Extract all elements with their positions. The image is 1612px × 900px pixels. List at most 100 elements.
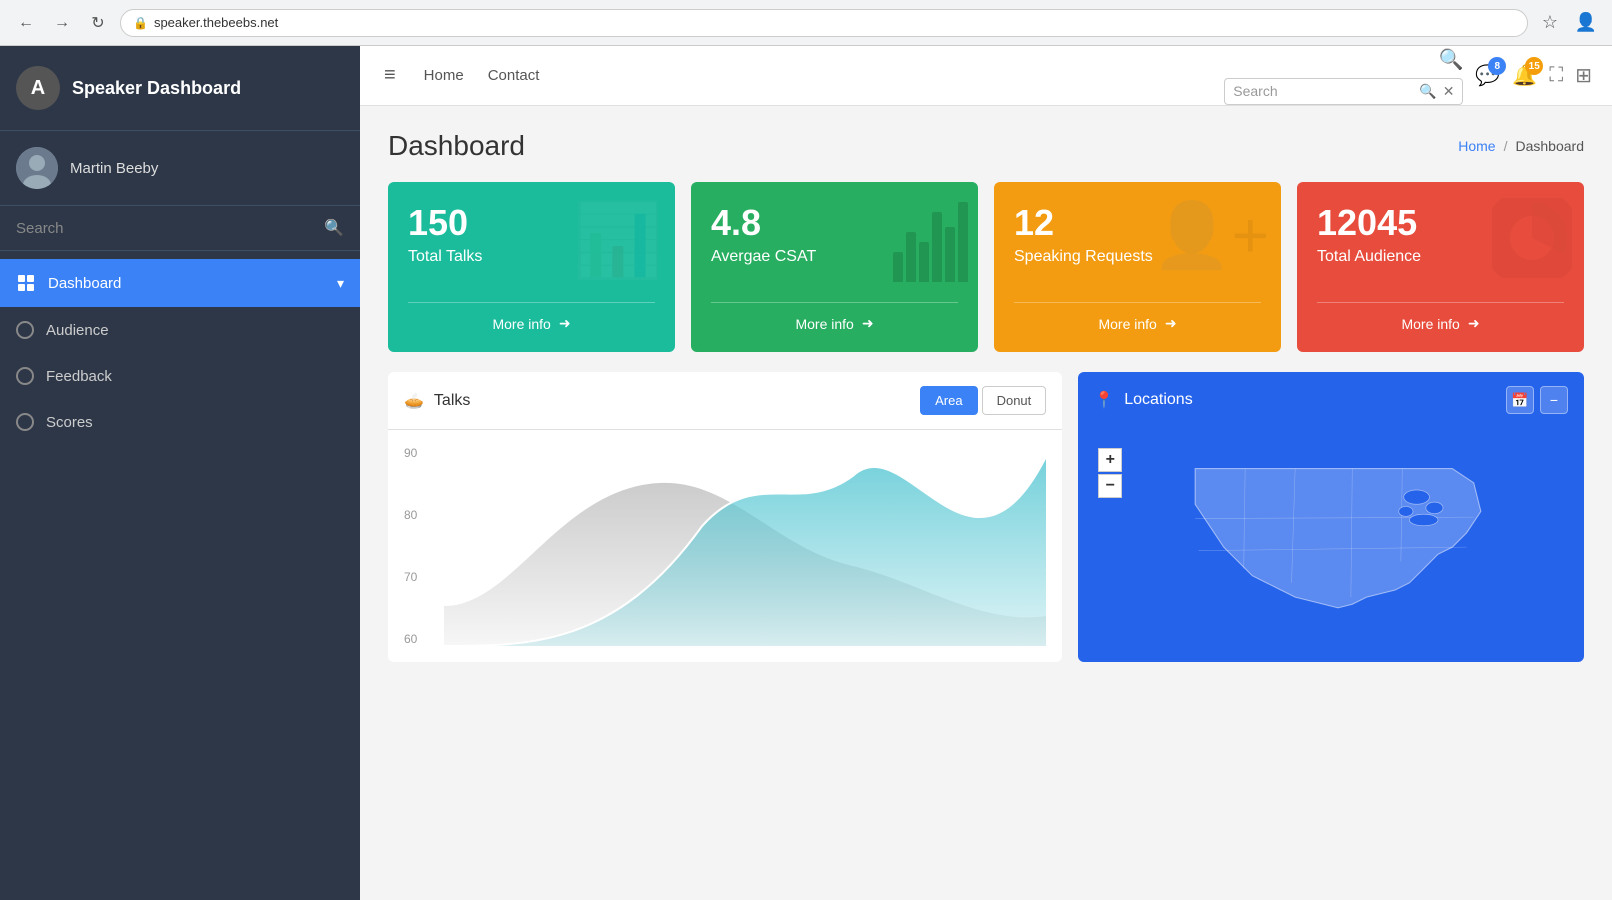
avatar xyxy=(16,147,58,189)
sidebar-search-input[interactable] xyxy=(16,220,316,237)
dashboard-arrow: ▾ xyxy=(337,275,344,292)
scores-label: Scores xyxy=(46,414,93,431)
star-button[interactable]: ☆ xyxy=(1536,9,1564,37)
main-content: ≡ Home Contact 🔍 🔍 ✕ 💬 8 xyxy=(360,46,1612,900)
sidebar-title: Speaker Dashboard xyxy=(72,78,241,99)
y-label-80: 80 xyxy=(404,508,417,522)
sidebar-search-container: 🔍 xyxy=(0,206,360,251)
scores-radio xyxy=(16,413,34,431)
csat-chart-bg xyxy=(893,202,968,282)
chat-badge: 8 xyxy=(1488,57,1506,75)
area-button[interactable]: Area xyxy=(920,386,977,415)
lock-icon: 🔒 xyxy=(133,16,148,30)
talks-panel-body: 90 80 70 60 xyxy=(388,430,1062,662)
page-header: Dashboard Home / Dashboard xyxy=(388,130,1584,162)
profile-button[interactable]: 👤 xyxy=(1572,9,1600,37)
chart-y-labels: 90 80 70 60 xyxy=(404,446,417,646)
audience-radio xyxy=(16,321,34,339)
breadcrumb-separator: / xyxy=(1504,138,1508,154)
talks-panel-actions: Area Donut xyxy=(920,386,1046,415)
topbar-search-input[interactable] xyxy=(1233,83,1413,99)
breadcrumb-home[interactable]: Home xyxy=(1458,138,1495,154)
y-label-70: 70 xyxy=(404,570,417,584)
topbar-nav: Home Contact xyxy=(424,67,540,84)
talks-chart-icon: 🥧 xyxy=(404,391,424,411)
talks-panel-title: 🥧 Talks xyxy=(404,391,470,411)
us-outline xyxy=(1195,469,1481,608)
stat-cards: 150 Total Talks 📊 More info ➜ 4.8 Averga… xyxy=(388,182,1584,352)
bottom-panels: 🥧 Talks Area Donut 90 80 xyxy=(388,372,1584,662)
requests-more-info[interactable]: More info ➜ xyxy=(1014,302,1261,332)
bell-button[interactable]: 🔔 15 xyxy=(1512,63,1537,88)
search-box: 🔍 ✕ xyxy=(1224,78,1463,105)
user-name: Martin Beeby xyxy=(70,160,158,177)
map-panel-title: 📍 Locations xyxy=(1094,390,1192,410)
page-content: Dashboard Home / Dashboard 150 Total Tal… xyxy=(360,106,1612,900)
browser-chrome: ← → ↻ 🔒 speaker.thebeebs.net ☆ 👤 xyxy=(0,0,1612,46)
stat-card-audience: 12045 Total Audience More info ➜ xyxy=(1297,182,1584,352)
us-map xyxy=(1090,440,1572,640)
search-clear-button[interactable]: ✕ xyxy=(1443,83,1455,100)
grid-button[interactable]: ⊞ xyxy=(1575,63,1592,88)
breadcrumb: Home / Dashboard xyxy=(1458,138,1584,154)
requests-bg-icon: 👤+ xyxy=(1152,198,1269,273)
nav-contact[interactable]: Contact xyxy=(488,67,540,84)
sidebar-item-dashboard[interactable]: Dashboard ▾ xyxy=(0,259,360,307)
forward-button[interactable]: → xyxy=(48,9,76,37)
topbar: ≡ Home Contact 🔍 🔍 ✕ 💬 8 xyxy=(360,46,1612,106)
address-bar[interactable]: 🔒 speaker.thebeebs.net xyxy=(120,9,1528,37)
talks-bg-icon: 📊 xyxy=(573,198,663,283)
csat-more-info[interactable]: More info ➜ xyxy=(711,302,958,332)
chart-area: 90 80 70 60 xyxy=(404,446,1046,646)
stat-card-talks: 150 Total Talks 📊 More info ➜ xyxy=(388,182,675,352)
y-label-90: 90 xyxy=(404,446,417,460)
breadcrumb-current: Dashboard xyxy=(1516,138,1585,154)
map-calendar-button[interactable]: 📅 xyxy=(1506,386,1534,414)
feedback-radio xyxy=(16,367,34,385)
sidebar-item-scores[interactable]: Scores xyxy=(0,399,360,445)
talks-panel-label: Talks xyxy=(434,392,470,410)
search-area: 🔍 🔍 ✕ xyxy=(1224,47,1463,105)
sidebar-nav: Dashboard ▾ Audience Feedback Scores xyxy=(0,251,360,453)
chat-button[interactable]: 💬 8 xyxy=(1475,63,1500,88)
app-container: A Speaker Dashboard Martin Beeby 🔍 xyxy=(0,46,1612,900)
stat-card-requests: 12 Speaking Requests 👤+ More info ➜ xyxy=(994,182,1281,352)
bell-badge: 15 xyxy=(1525,57,1543,75)
locations-panel: 📍 Locations 📅 − + − xyxy=(1078,372,1584,662)
talks-more-info[interactable]: More info ➜ xyxy=(408,302,655,332)
topbar-right: 🔍 🔍 ✕ 💬 8 🔔 15 ⛶ ⊞ xyxy=(1224,47,1592,105)
back-button[interactable]: ← xyxy=(12,9,40,37)
location-pin-icon: 📍 xyxy=(1094,390,1114,410)
feedback-label: Feedback xyxy=(46,368,112,385)
menu-button[interactable]: ≡ xyxy=(380,60,400,91)
chart-svg xyxy=(444,446,1046,646)
refresh-button[interactable]: ↻ xyxy=(84,9,112,37)
locations-label: Locations xyxy=(1124,391,1193,409)
nav-home[interactable]: Home xyxy=(424,67,464,84)
sidebar-search-button[interactable]: 🔍 xyxy=(324,218,344,238)
search-submit-button[interactable]: 🔍 xyxy=(1419,83,1436,100)
sidebar-user: Martin Beeby xyxy=(0,131,360,206)
donut-button[interactable]: Donut xyxy=(982,386,1047,415)
map-panel-buttons: 📅 − xyxy=(1506,386,1568,414)
map-panel-header: 📍 Locations 📅 − xyxy=(1078,372,1584,428)
dashboard-label: Dashboard xyxy=(48,275,121,292)
map-body: + − xyxy=(1078,428,1584,657)
y-label-60: 60 xyxy=(404,632,417,646)
talks-panel-header: 🥧 Talks Area Donut xyxy=(388,372,1062,430)
audience-bg-icon xyxy=(1492,198,1572,295)
page-title: Dashboard xyxy=(388,130,525,162)
sidebar-item-feedback[interactable]: Feedback xyxy=(0,353,360,399)
zoom-in-button[interactable]: + xyxy=(1098,448,1122,472)
sidebar-header: A Speaker Dashboard xyxy=(0,46,360,131)
sidebar-item-audience[interactable]: Audience xyxy=(0,307,360,353)
search-toggle-button[interactable]: 🔍 xyxy=(1439,47,1464,72)
sidebar: A Speaker Dashboard Martin Beeby 🔍 xyxy=(0,46,360,900)
map-minimize-button[interactable]: − xyxy=(1540,386,1568,414)
dashboard-icon xyxy=(16,273,36,293)
zoom-out-button[interactable]: − xyxy=(1098,474,1122,498)
audience-more-info[interactable]: More info ➜ xyxy=(1317,302,1564,332)
stat-card-csat: 4.8 Avergae CSAT More info ➜ xyxy=(691,182,978,352)
url-text: speaker.thebeebs.net xyxy=(154,15,278,30)
fullscreen-button[interactable]: ⛶ xyxy=(1549,64,1563,87)
